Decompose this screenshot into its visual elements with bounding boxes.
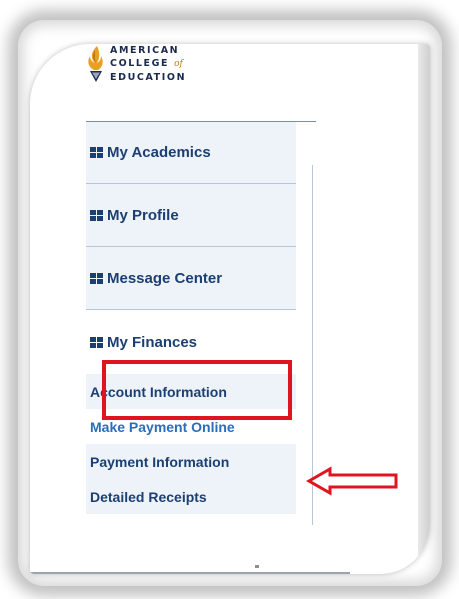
college-logo[interactable]: AMERICAN COLLEGE of EDUCATION <box>86 44 186 84</box>
menu-item-label: My Finances <box>107 333 198 351</box>
logo-line-college: COLLEGE of <box>110 57 186 71</box>
menu-item-my-academics[interactable]: My Academics <box>86 122 296 184</box>
submenu-detailed-receipts[interactable]: Detailed Receipts <box>86 479 296 514</box>
menu-item-message-center[interactable]: Message Center <box>86 247 296 310</box>
grid-icon <box>90 272 103 284</box>
menu-item-label: My Academics <box>107 144 211 161</box>
bottom-divider <box>30 572 350 574</box>
logo-college-word: COLLEGE <box>110 58 170 69</box>
sidebar-menu: My Academics My Profile Message Center M… <box>86 121 316 514</box>
submenu-payment-information[interactable]: Payment Information <box>86 444 296 479</box>
logo-of-word: of <box>174 59 183 69</box>
logo-line-american: AMERICAN <box>110 45 180 56</box>
cursor-mark <box>255 565 259 568</box>
logo-wordmark: AMERICAN COLLEGE of EDUCATION <box>110 44 186 84</box>
grid-icon <box>90 336 103 348</box>
screenshot-stage: AMERICAN COLLEGE of EDUCATION My Academi… <box>0 0 459 599</box>
scroll-band <box>418 44 430 574</box>
menu-item-my-profile[interactable]: My Profile <box>86 184 296 247</box>
menu-item-label: My Profile <box>107 206 179 224</box>
grid-icon <box>90 147 103 158</box>
logo-line-education: EDUCATION <box>110 72 187 83</box>
menu-item-label: Message Center <box>107 269 223 287</box>
highlight-box-my-finances <box>102 360 292 420</box>
grid-icon <box>90 209 103 221</box>
annotation-arrow-icon <box>306 466 398 496</box>
flame-torch-icon <box>88 46 103 82</box>
